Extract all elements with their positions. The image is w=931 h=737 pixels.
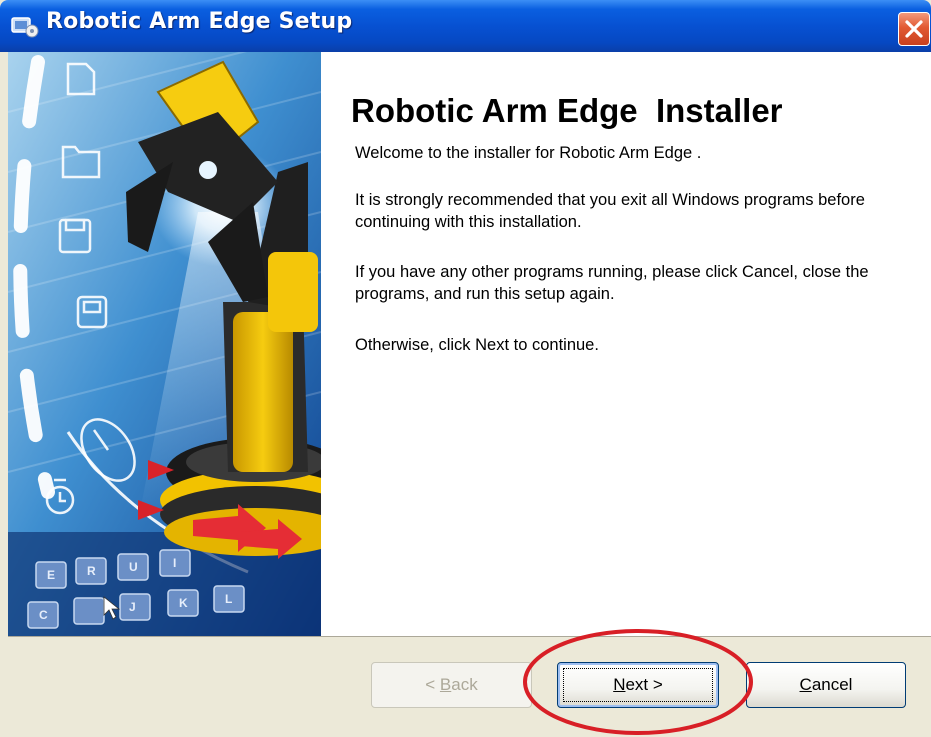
window-title: Robotic Arm Edge Setup [46, 9, 353, 34]
welcome-text: Welcome to the installer for Robotic Arm… [355, 144, 702, 162]
welcome-panel: Robotic Arm Edge Installer Welcome to th… [321, 52, 931, 636]
installer-heading: Robotic Arm Edge Installer [351, 92, 783, 129]
cancel-button[interactable]: Cancel [746, 662, 906, 708]
close-x-icon [905, 20, 923, 38]
back-button-label: ack [451, 675, 478, 694]
continue-instruction-text: Otherwise, click Next to continue. [355, 336, 599, 354]
key-label: C [39, 608, 48, 622]
back-button-prefix: < [425, 675, 440, 694]
setup-window: Robotic Arm Edge Setup E R U I C J K L R… [0, 0, 931, 737]
recommendation-text: It is strongly recommended that you exit… [355, 191, 865, 231]
key-label: L [225, 592, 232, 606]
back-button[interactable]: < Back [371, 662, 532, 708]
cancel-button-mnemonic: C [799, 675, 812, 694]
back-button-mnemonic: B [439, 675, 452, 694]
key-label: K [179, 596, 188, 610]
key-label: R [87, 564, 96, 578]
installer-banner-image: E R U I C J K L [8, 52, 321, 636]
focus-rectangle [563, 668, 713, 702]
key-label: J [129, 600, 136, 614]
key-label: I [173, 556, 176, 570]
next-button[interactable]: Next > [557, 662, 719, 708]
close-button[interactable] [898, 12, 930, 46]
cancel-instruction-text: If you have any other programs running, … [355, 263, 869, 303]
robot-arm-illustration: E R U I C J K L [8, 52, 321, 636]
title-bar[interactable]: Robotic Arm Edge Setup [0, 0, 931, 52]
cancel-button-label: ancel [811, 675, 853, 694]
key-label: E [47, 568, 55, 582]
key-label: U [129, 560, 138, 574]
installer-icon [11, 17, 39, 38]
